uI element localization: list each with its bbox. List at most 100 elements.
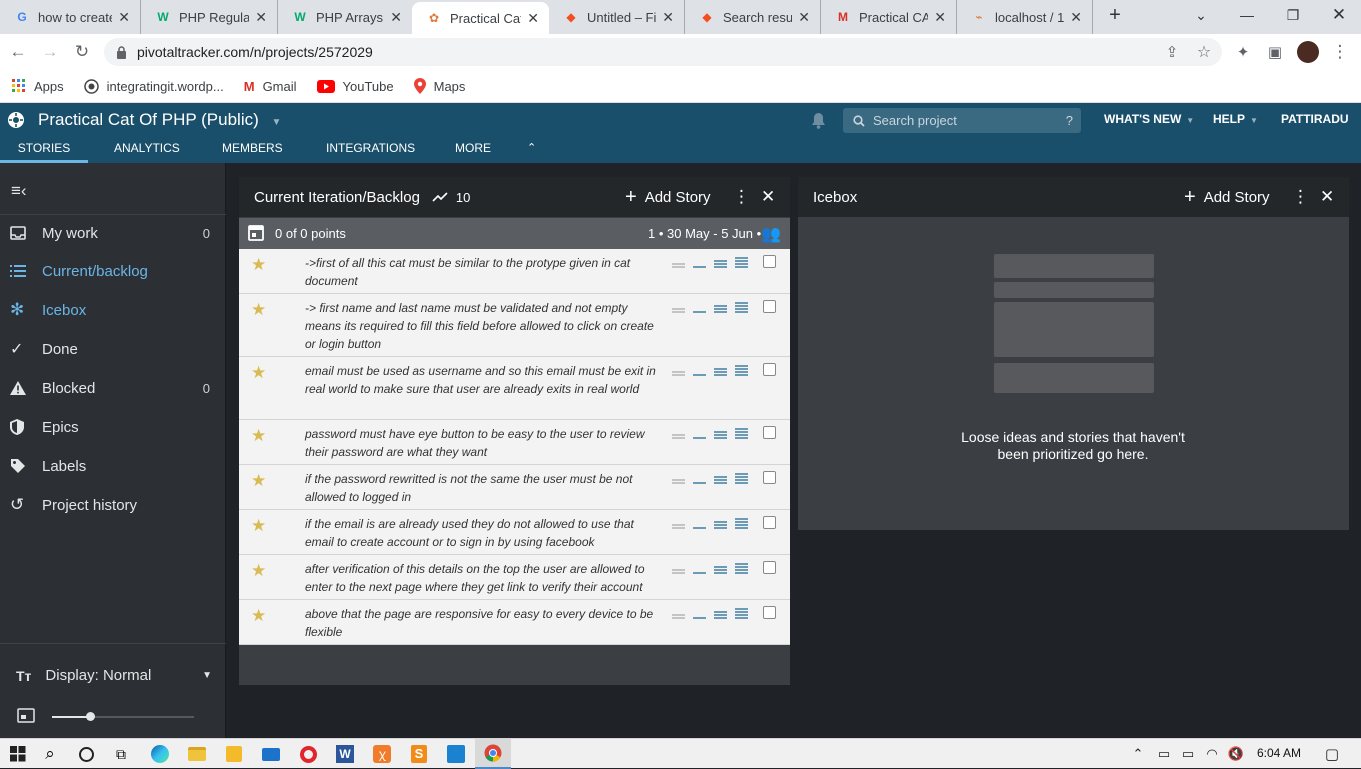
search-icon[interactable]: ⌕ [32, 739, 68, 769]
estimate-icon[interactable] [672, 302, 685, 314]
star-icon[interactable]: ★ [251, 561, 266, 581]
star-icon[interactable]: ★ [251, 300, 266, 320]
estimate-icon[interactable] [735, 608, 748, 620]
star-icon[interactable]: ★ [251, 363, 266, 383]
vscode-icon[interactable] [438, 739, 474, 769]
close-tab-icon[interactable]: ✕ [527, 10, 539, 27]
estimate-icon[interactable] [714, 428, 727, 440]
browser-tab[interactable]: W PHP Regular E ✕ [141, 0, 278, 34]
avatar[interactable] [1296, 40, 1320, 64]
close-window-icon[interactable]: ✕ [1316, 0, 1361, 30]
estimate-icon[interactable] [693, 473, 706, 485]
close-panel-icon[interactable]: ✕ [1320, 187, 1334, 207]
estimate-icon[interactable] [672, 563, 685, 575]
user-menu[interactable]: PATTIRADU [1281, 112, 1349, 126]
bookmark-star-icon[interactable]: ☆ [1192, 40, 1216, 64]
estimate-icon[interactable] [735, 518, 748, 530]
close-tab-icon[interactable]: ✕ [255, 9, 267, 26]
browser-tab-active[interactable]: ✿ Practical Cat O ✕ [412, 2, 549, 34]
story-checkbox[interactable] [763, 426, 776, 439]
estimate-icon[interactable] [693, 518, 706, 530]
opera-icon[interactable] [290, 739, 326, 769]
notifications-bell-icon[interactable] [811, 112, 826, 132]
story-row[interactable]: ★ after verification of this details on … [239, 555, 790, 600]
story-row[interactable]: ★ ->first of all this cat must be simila… [239, 249, 790, 294]
estimate-icon[interactable] [693, 428, 706, 440]
story-row[interactable]: ★ if the password rewritted is not the s… [239, 465, 790, 510]
sidebar-item-blocked[interactable]: Blocked 0 [0, 374, 226, 402]
story-row[interactable]: ★ password must have eye button to be ea… [239, 420, 790, 465]
bookmark-gmail[interactable]: M Gmail [244, 79, 297, 94]
zoom-slider-handle[interactable] [86, 712, 96, 721]
estimate-icon[interactable] [714, 518, 727, 530]
minimize-icon[interactable]: — [1224, 0, 1270, 30]
pivotal-logo-icon[interactable] [7, 111, 25, 132]
estimate-icon[interactable] [714, 302, 727, 314]
star-icon[interactable]: ★ [251, 426, 266, 446]
restore-icon[interactable]: ❐ [1270, 0, 1316, 30]
star-icon[interactable]: ★ [251, 471, 266, 491]
tab-more[interactable]: MORE [455, 141, 491, 155]
close-tab-icon[interactable]: ✕ [1070, 9, 1082, 26]
close-tab-icon[interactable]: ✕ [390, 9, 402, 26]
estimate-icon[interactable] [714, 473, 727, 485]
sublime-text-icon[interactable]: S [401, 739, 437, 769]
sidebar-item-done[interactable]: ✓ Done [0, 335, 226, 363]
cortana-icon[interactable] [68, 739, 104, 769]
story-row[interactable]: ★ above that the page are responsive for… [239, 600, 790, 645]
tab-members[interactable]: MEMBERS [222, 141, 283, 155]
sidebar-item-epics[interactable]: Epics [0, 413, 226, 441]
file-explorer-icon[interactable] [179, 739, 215, 769]
zoom-slider[interactable] [52, 712, 194, 721]
chrome-icon[interactable] [475, 739, 511, 769]
estimate-icon[interactable] [672, 473, 685, 485]
estimate-icon[interactable] [714, 608, 727, 620]
tab-analytics[interactable]: ANALYTICS [114, 141, 180, 155]
browser-menu-icon[interactable]: ⋮ [1328, 40, 1352, 64]
story-row[interactable]: ★ email must be used as username and so … [239, 357, 790, 420]
edge-icon[interactable] [142, 739, 178, 769]
new-tab-icon[interactable]: + [1097, 0, 1133, 30]
tab-search-icon[interactable]: ⌄ [1178, 0, 1224, 30]
estimate-icon[interactable] [693, 365, 706, 377]
share-icon[interactable]: ⇪ [1160, 40, 1184, 64]
star-icon[interactable]: ★ [251, 516, 266, 536]
tab-stories[interactable]: STORIES [0, 141, 88, 163]
windows-start-icon[interactable] [0, 739, 36, 769]
panel-menu-icon[interactable]: ⋮ [1292, 187, 1309, 207]
estimate-icon[interactable] [672, 257, 685, 269]
task-view-icon[interactable]: ⧉ [103, 739, 139, 769]
estimate-icon[interactable] [693, 257, 706, 269]
tab-integrations[interactable]: INTEGRATIONS [326, 141, 415, 155]
story-checkbox[interactable] [763, 471, 776, 484]
reload-icon[interactable]: ↻ [70, 40, 94, 64]
estimate-icon[interactable] [714, 365, 727, 377]
team-strength-icon[interactable]: 👥 [761, 224, 781, 244]
clock[interactable]: 6:04 AM [1257, 746, 1301, 760]
search-help-icon[interactable]: ? [1066, 113, 1073, 128]
sidebar-item-project-history[interactable]: ↺ Project history [0, 491, 226, 519]
estimate-icon[interactable] [735, 302, 748, 314]
bookmark-integratingit[interactable]: integratingit.wordp... [83, 79, 224, 94]
story-checkbox[interactable] [763, 516, 776, 529]
mail-icon[interactable] [253, 739, 289, 769]
star-icon[interactable]: ★ [251, 255, 266, 275]
url-bar[interactable]: pivotaltracker.com/n/projects/2572029 [104, 38, 1222, 66]
extensions-icon[interactable]: ✦ [1231, 40, 1255, 64]
panel-menu-icon[interactable]: ⋮ [733, 187, 750, 207]
search-input[interactable]: Search project ? [843, 108, 1081, 133]
back-icon[interactable]: ← [6, 40, 30, 64]
estimate-icon[interactable] [714, 257, 727, 269]
star-icon[interactable]: ★ [251, 606, 266, 626]
collapse-sidebar-icon[interactable]: ≡‹ [11, 181, 27, 201]
collapse-header-icon[interactable]: ⌃ [527, 141, 536, 154]
estimate-icon[interactable] [735, 473, 748, 485]
display-density-select[interactable]: Tт Display: Normal ▼ [16, 667, 212, 684]
volume-muted-icon[interactable]: 🔇 [1218, 739, 1254, 769]
story-row[interactable]: ★ -> first name and last name must be va… [239, 294, 790, 357]
estimate-icon[interactable] [714, 563, 727, 575]
browser-tab[interactable]: M Practical CAT ✕ [821, 0, 957, 34]
sidebar-item-my-work[interactable]: My work 0 [0, 219, 226, 247]
store-icon[interactable] [216, 739, 252, 769]
story-checkbox[interactable] [763, 561, 776, 574]
